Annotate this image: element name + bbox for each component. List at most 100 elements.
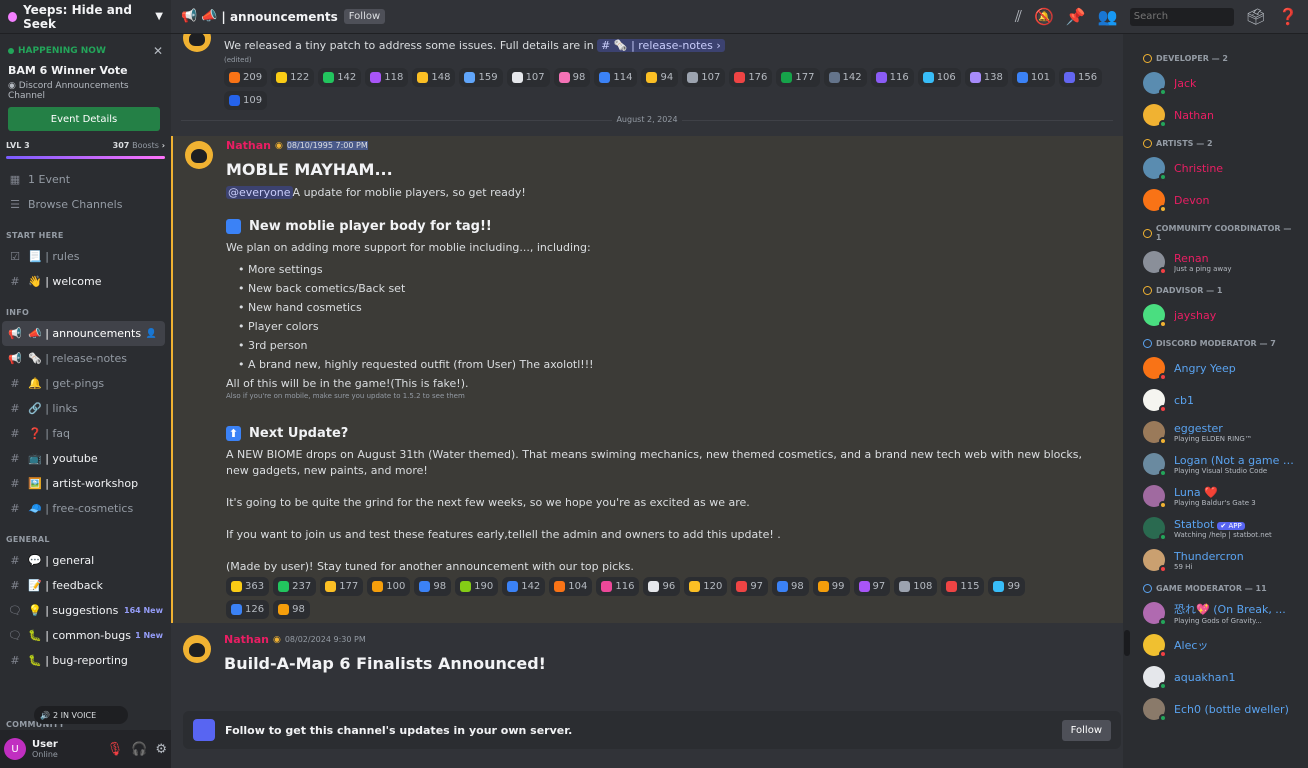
category-header[interactable]: GENERAL bbox=[0, 521, 171, 548]
reaction-button[interactable]: 106 bbox=[917, 68, 961, 87]
reaction-button[interactable]: 237 bbox=[273, 577, 317, 596]
reaction-button[interactable]: 177 bbox=[320, 577, 364, 596]
category-header[interactable]: START HERE bbox=[0, 217, 171, 244]
member-item[interactable]: Statbot ✔ APP Watching /help | statbot.net bbox=[1131, 512, 1308, 544]
reaction-button[interactable]: 148 bbox=[412, 68, 456, 87]
gear-icon[interactable]: ⚙ bbox=[155, 742, 167, 757]
member-item[interactable]: eggester Playing ELDEN RING™ bbox=[1131, 416, 1308, 448]
reaction-button[interactable]: 109 bbox=[224, 91, 268, 110]
scrollbar[interactable] bbox=[1123, 34, 1131, 768]
help-icon[interactable]: ❓ bbox=[1278, 7, 1298, 26]
reaction-button[interactable]: 98 bbox=[414, 577, 452, 596]
sidebar-channel[interactable]: # 📺 | youtube bbox=[0, 446, 171, 471]
reaction-button[interactable]: 138 bbox=[964, 68, 1008, 87]
sidebar-channel[interactable]: # 💬 | general bbox=[0, 548, 171, 573]
inbox-icon[interactable]: 🗳 bbox=[1246, 7, 1266, 26]
reaction-button[interactable]: 107 bbox=[682, 68, 726, 87]
member-item[interactable]: Ech0 (bottle dweller) bbox=[1131, 693, 1308, 725]
member-item[interactable]: 恐れ💖 (On Break, ... Playing Gods of Gravit… bbox=[1131, 597, 1308, 629]
member-item[interactable]: Christine bbox=[1131, 152, 1308, 184]
headphones-icon[interactable]: 🎧 bbox=[131, 742, 147, 757]
reaction-button[interactable]: 115 bbox=[941, 577, 985, 596]
sidebar-channel[interactable]: 🗨 💡 | suggestions 164 New bbox=[0, 598, 171, 623]
sidebar-channel[interactable]: # 🧢 | free-cosmetics bbox=[0, 496, 171, 521]
member-item[interactable]: Renan Just a ping away bbox=[1131, 246, 1308, 278]
reaction-button[interactable]: 98 bbox=[273, 600, 310, 619]
boost-progress[interactable]: LVL 3 307 Boosts › bbox=[0, 141, 171, 150]
add-member-icon[interactable]: 👤 bbox=[146, 329, 157, 339]
member-item[interactable]: Luna ❤️ Playing Baldur's Gate 3 bbox=[1131, 480, 1308, 512]
mic-muted-icon[interactable]: 🎙 bbox=[107, 742, 124, 757]
member-item[interactable]: Logan (Not a game m... Playing Visual Stu… bbox=[1131, 448, 1308, 480]
member-item[interactable]: Alecッ bbox=[1131, 629, 1308, 661]
sidebar-channel[interactable]: # 🐛 | bug-reporting bbox=[0, 648, 171, 673]
sidebar-channel[interactable]: 📢 📣 | announcements 👤 bbox=[2, 321, 165, 346]
reaction-button[interactable]: 96 bbox=[643, 577, 681, 596]
close-icon[interactable]: ✕ bbox=[153, 44, 163, 58]
sidebar-channel[interactable]: 📢 🗞️ | release-notes bbox=[0, 346, 171, 371]
event-details-button[interactable]: Event Details bbox=[8, 107, 160, 131]
avatar[interactable] bbox=[183, 635, 211, 663]
reaction-button[interactable]: 101 bbox=[1011, 68, 1055, 87]
voice-indicator[interactable]: 🔊 2 IN VOICE bbox=[34, 706, 128, 724]
scrollbar-thumb[interactable] bbox=[1124, 630, 1130, 656]
member-item[interactable]: Jack bbox=[1131, 67, 1308, 99]
reaction-button[interactable]: 99 bbox=[812, 577, 850, 596]
reaction-button[interactable]: 122 bbox=[271, 68, 315, 87]
avatar[interactable] bbox=[183, 34, 211, 52]
member-item[interactable]: Thundercron 59 Hi bbox=[1131, 544, 1308, 576]
avatar[interactable]: U bbox=[4, 738, 26, 760]
sidebar-item-calendar[interactable]: ▦ 1 Event bbox=[0, 167, 171, 192]
member-item[interactable]: Devon bbox=[1131, 184, 1308, 216]
sidebar-channel[interactable]: 🗨 🐛 | common-bugs 1 New bbox=[0, 623, 171, 648]
reaction-button[interactable]: 142 bbox=[502, 577, 546, 596]
reaction-button[interactable]: 156 bbox=[1058, 68, 1103, 87]
sidebar-channel[interactable]: # ❓ | faq bbox=[0, 421, 171, 446]
sidebar-channel[interactable]: # 🖼️ | artist-workshop bbox=[0, 471, 171, 496]
reaction-button[interactable]: 116 bbox=[596, 577, 640, 596]
reaction-button[interactable]: 116 bbox=[870, 68, 914, 87]
reaction-button[interactable]: 209 bbox=[224, 68, 268, 87]
message-author[interactable]: Nathan bbox=[224, 633, 269, 646]
reaction-button[interactable]: 97 bbox=[731, 577, 769, 596]
sidebar-channel[interactable]: ☑ 📃 | rules bbox=[0, 244, 171, 269]
reaction-button[interactable]: 118 bbox=[365, 68, 409, 87]
reaction-button[interactable]: 159 bbox=[459, 68, 503, 87]
search-input[interactable] bbox=[1129, 7, 1234, 26]
sidebar-channel[interactable]: # 🔔 | get-pings bbox=[0, 371, 171, 396]
category-header[interactable]: INFO bbox=[0, 294, 171, 321]
sidebar-channel[interactable]: # 📝 | feedback bbox=[0, 573, 171, 598]
reaction-button[interactable]: 190 bbox=[455, 577, 499, 596]
reaction-button[interactable]: 114 bbox=[594, 68, 638, 87]
reaction-button[interactable]: 107 bbox=[506, 68, 550, 87]
reaction-button[interactable]: 177 bbox=[776, 68, 820, 87]
member-item[interactable]: Angry Yeep bbox=[1131, 352, 1308, 384]
sidebar-channel[interactable]: # 🔗 | links bbox=[0, 396, 171, 421]
reaction-button[interactable]: 97 bbox=[853, 577, 891, 596]
reaction-button[interactable]: 98 bbox=[772, 577, 809, 596]
follow-button[interactable]: Follow bbox=[1061, 719, 1111, 741]
member-item[interactable]: aquakhan1 bbox=[1131, 661, 1308, 693]
threads-icon[interactable]: ⫽ bbox=[1015, 7, 1022, 27]
avatar[interactable] bbox=[185, 141, 213, 169]
server-header[interactable]: Yeeps: Hide and Seek ▼ bbox=[0, 0, 171, 34]
notifications-muted-icon[interactable]: 🔕 bbox=[1034, 7, 1054, 26]
sidebar-channel[interactable]: # 👋 | welcome bbox=[0, 269, 171, 294]
reaction-button[interactable]: 142 bbox=[823, 68, 867, 87]
reaction-button[interactable]: 99 bbox=[988, 577, 1026, 596]
message-author[interactable]: Nathan bbox=[226, 139, 271, 152]
member-item[interactable]: Nathan bbox=[1131, 99, 1308, 131]
reaction-button[interactable]: 120 bbox=[684, 577, 728, 596]
reaction-button[interactable]: 363 bbox=[226, 577, 270, 596]
reaction-button[interactable]: 142 bbox=[318, 68, 362, 87]
sidebar-item-browse[interactable]: ☰ Browse Channels bbox=[0, 192, 171, 217]
reaction-button[interactable]: 108 bbox=[894, 577, 938, 596]
reaction-button[interactable]: 100 bbox=[367, 577, 411, 596]
member-item[interactable]: cb1 bbox=[1131, 384, 1308, 416]
channel-link[interactable]: # 🗞️ | release-notes › bbox=[597, 39, 725, 52]
reaction-button[interactable]: 176 bbox=[729, 68, 773, 87]
reaction-button[interactable]: 126 bbox=[226, 600, 270, 619]
reaction-button[interactable]: 104 bbox=[549, 577, 593, 596]
everyone-mention[interactable]: @everyone bbox=[226, 186, 293, 199]
member-item[interactable]: jayshay bbox=[1131, 299, 1308, 331]
